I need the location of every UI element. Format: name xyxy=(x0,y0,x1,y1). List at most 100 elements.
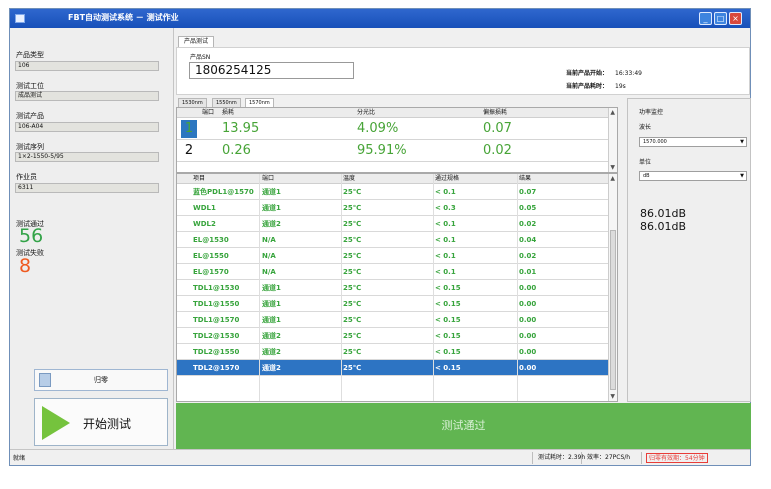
table-cell: 0.04 xyxy=(519,236,537,244)
summary-row[interactable]: 1 13.95 4.09% 0.07 xyxy=(177,118,617,140)
header-spec: 通过规格 xyxy=(435,175,460,182)
table-cell: < 0.15 xyxy=(435,284,461,292)
detail-scrollbar[interactable]: ▲ ▼ xyxy=(608,174,617,401)
sequence-field[interactable]: 1×2-1550-5/95 xyxy=(15,152,159,162)
detail-header: 项目 端口 温度 通过规格 结果 xyxy=(177,174,617,184)
operator-field[interactable]: 6311 xyxy=(15,183,159,193)
power-reading-2: 86.01dB xyxy=(640,220,687,233)
fail-count: 8 xyxy=(19,255,32,277)
table-cell: 通道2 xyxy=(262,348,281,356)
summary-scrollbar[interactable]: ▲ ▼ xyxy=(608,108,617,172)
product-type-label: 产品类型 xyxy=(16,51,44,59)
app-window: FBT自动测试系统 － 测试作业 _ □ × 产品类型 106 测试工位 成品测… xyxy=(9,8,751,466)
table-cell: 0.02 xyxy=(519,220,537,228)
table-cell: < 0.1 xyxy=(435,236,456,244)
table-row[interactable]: TDL2@1550 通道2 25℃ < 0.15 0.00 xyxy=(177,344,617,360)
table-cell: 25℃ xyxy=(343,332,362,340)
table-row[interactable]: TDL1@1570 通道1 25℃ < 0.15 0.00 xyxy=(177,312,617,328)
scroll-down-icon[interactable]: ▼ xyxy=(610,393,615,400)
unit-select[interactable]: dB ▼ xyxy=(639,171,747,181)
table-row[interactable]: TDL1@1550 通道1 25℃ < 0.15 0.00 xyxy=(177,296,617,312)
status-divider xyxy=(532,452,533,464)
scroll-thumb[interactable] xyxy=(610,230,616,390)
window-title: FBT自动测试系统 － 测试作业 xyxy=(68,13,179,22)
chevron-down-icon: ▼ xyxy=(740,139,744,145)
summary-header: 端口 损耗 分光比 偏振损耗 xyxy=(177,108,617,118)
station-field[interactable]: 成品测试 xyxy=(15,91,159,101)
table-row[interactable]: TDL1@1530 通道1 25℃ < 0.15 0.00 xyxy=(177,280,617,296)
table-cell: < 0.1 xyxy=(435,252,456,260)
table-row[interactable]: TDL2@1530 通道2 25℃ < 0.15 0.00 xyxy=(177,328,617,344)
column-divider xyxy=(517,174,518,401)
summary-table: 端口 损耗 分光比 偏振损耗 1 13.95 4.09% 0.07 2 0.26… xyxy=(176,107,618,173)
detail-table: 项目 端口 温度 通过规格 结果 蓝色PDL1@1570 通道1 25℃ < 0.1 0… xyxy=(176,173,618,402)
table-cell: 0.05 xyxy=(519,204,537,212)
table-cell: < 0.3 xyxy=(435,204,456,212)
header-loss: 损耗 xyxy=(222,109,235,116)
minimize-button[interactable]: _ xyxy=(699,12,712,25)
table-cell: 25℃ xyxy=(343,316,362,324)
header-ratio: 分光比 xyxy=(357,109,376,116)
efficiency: 效率：27PCS/h xyxy=(587,454,631,461)
unit-label: 单位 xyxy=(639,159,652,166)
archive-button[interactable]: 归零 xyxy=(34,369,168,391)
scroll-up-icon[interactable]: ▲ xyxy=(610,175,615,182)
table-row[interactable]: TDL2@1570 通道2 25℃ < 0.15 0.00 xyxy=(177,360,617,376)
table-cell: 通道1 xyxy=(262,284,281,292)
table-cell: 25℃ xyxy=(343,348,362,356)
close-button[interactable]: × xyxy=(729,12,742,25)
table-cell: < 0.1 xyxy=(435,220,456,228)
table-cell: TDL2@1530 xyxy=(193,332,240,340)
header-temperature: 温度 xyxy=(343,175,356,182)
table-row[interactable]: 蓝色PDL1@1570 通道1 25℃ < 0.1 0.07 xyxy=(177,184,617,200)
table-cell: N/A xyxy=(262,252,276,260)
start-test-label: 开始测试 xyxy=(83,417,132,431)
table-row[interactable]: EL@1550 N/A 25℃ < 0.1 0.02 xyxy=(177,248,617,264)
table-cell: 通道2 xyxy=(262,220,281,228)
detail-body: 蓝色PDL1@1570 通道1 25℃ < 0.1 0.07 WDL1 通道1 25℃ < 0.… xyxy=(177,184,617,376)
table-cell: 25℃ xyxy=(343,268,362,276)
column-divider xyxy=(341,174,342,401)
scroll-up-icon[interactable]: ▲ xyxy=(610,109,615,116)
table-row[interactable]: WDL2 通道2 25℃ < 0.1 0.02 xyxy=(177,216,617,232)
wavelength-select[interactable]: 1570.000 ▼ xyxy=(639,137,747,147)
table-row[interactable]: WDL1 通道1 25℃ < 0.3 0.05 xyxy=(177,200,617,216)
monitor-title: 功率监控 xyxy=(639,109,664,116)
table-cell: 25℃ xyxy=(343,252,362,260)
summary-row[interactable]: 2 0.26 95.91% 0.02 xyxy=(177,140,617,162)
scroll-down-icon[interactable]: ▼ xyxy=(610,164,615,171)
table-row[interactable]: EL@1570 N/A 25℃ < 0.1 0.01 xyxy=(177,264,617,280)
table-cell: 0.02 xyxy=(519,252,537,260)
archive-label: 归零 xyxy=(94,376,108,384)
sn-input[interactable]: 1806254125 xyxy=(189,62,354,79)
maximize-button[interactable]: □ xyxy=(714,12,727,25)
table-cell: 通道1 xyxy=(262,204,281,212)
elapsed-time: 当前产品耗时： 19s xyxy=(566,83,626,90)
table-cell: 25℃ xyxy=(343,236,362,244)
column-divider xyxy=(259,174,260,401)
start-time: 当前产品开始： 16:33:49 xyxy=(566,70,642,77)
pass-count: 56 xyxy=(19,225,44,247)
table-cell: 25℃ xyxy=(343,204,362,212)
table-cell: TDL1@1530 xyxy=(193,284,240,292)
product-type-field[interactable]: 106 xyxy=(15,61,159,71)
table-cell: 通道1 xyxy=(262,316,281,324)
table-cell: 25℃ xyxy=(343,300,362,308)
table-cell: N/A xyxy=(262,236,276,244)
window-icon xyxy=(15,14,25,23)
archive-warning: 归零有效期：54分钟 xyxy=(646,453,708,463)
table-cell: < 0.15 xyxy=(435,300,461,308)
tab-product-test[interactable]: 产品测试 xyxy=(178,36,215,47)
product-field[interactable]: 106-A04 xyxy=(15,122,159,132)
sn-label: 产品SN xyxy=(190,54,211,61)
table-cell: 0.00 xyxy=(519,316,537,324)
archive-icon xyxy=(39,373,51,387)
port-number: 2 xyxy=(184,143,194,158)
header-port: 端口 xyxy=(202,109,215,116)
table-row[interactable]: EL@1530 N/A 25℃ < 0.1 0.04 xyxy=(177,232,617,248)
left-panel: 产品类型 106 测试工位 成品测试 测试产品 106-A04 测试序列 1×2… xyxy=(10,28,174,449)
start-test-button[interactable]: 开始测试 xyxy=(34,398,168,446)
header-pdl: 偏振损耗 xyxy=(483,109,508,116)
pdl-value: 0.02 xyxy=(483,143,512,158)
table-cell: 0.00 xyxy=(519,348,537,356)
